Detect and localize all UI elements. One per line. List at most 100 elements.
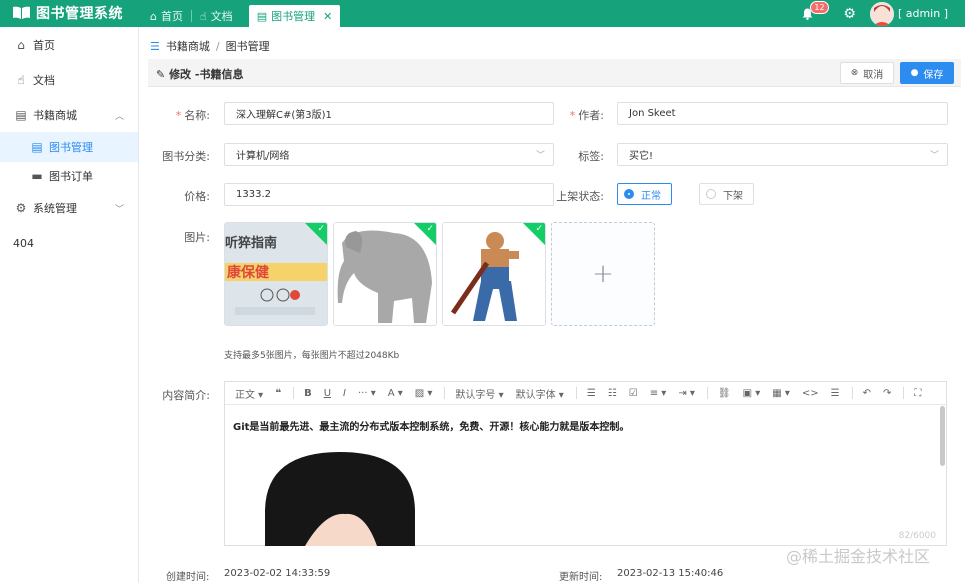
- sidebar: ⌂ 首页 ☝ 文档 ▤ 书籍商城 ︿ ▤ 图书管理 ▬ 图书订单 ⚙ 系统管理 …: [0, 27, 139, 583]
- font-color-icon[interactable]: A ▾: [388, 388, 403, 399]
- status-on-radio[interactable]: 正常: [617, 183, 672, 205]
- rich-text-editor[interactable]: 正文 ▾ ❝ B U I ··· ▾ A ▾ ▨ ▾ 默认字号 ▾ 默认字体 ▾…: [224, 381, 947, 546]
- status-on-label: 正常: [641, 190, 661, 202]
- hand-icon: ☝: [199, 9, 207, 23]
- indent-icon[interactable]: ⇥ ▾: [678, 388, 695, 399]
- created-value: 2023-02-02 14:33:59: [224, 568, 331, 579]
- image-icon[interactable]: ▣ ▾: [743, 388, 761, 399]
- status-off-radio[interactable]: 下架: [699, 183, 754, 205]
- tab-label: 图书管理: [271, 10, 316, 23]
- content-label: 内容简介:: [162, 389, 210, 402]
- category-select[interactable]: 计算机/网络 ﹀: [224, 143, 554, 166]
- image-thumb-3[interactable]: ✓: [442, 222, 546, 326]
- author-input[interactable]: Jon Skeet: [617, 102, 948, 125]
- tab-home[interactable]: ⌂ 首页: [142, 5, 191, 27]
- italic-icon[interactable]: I: [343, 388, 346, 399]
- add-image-button[interactable]: +: [551, 222, 655, 326]
- watermark: @稀土掘金技术社区: [786, 547, 931, 566]
- plus-icon: +: [592, 259, 614, 289]
- quote-icon[interactable]: ❝: [275, 388, 281, 399]
- sidebar-item-docs[interactable]: ☝ 文档: [0, 65, 138, 95]
- breadcrumb-item: 图书管理: [225, 40, 270, 53]
- top-bar: 图书管理系统 ⌂ 首页 ☝ 文档 ▤ 图书管理 ✕ 12 ⚙ [admin]: [0, 0, 965, 27]
- edit-icon: ✎: [156, 68, 166, 81]
- image-thumb-2[interactable]: ✓: [333, 222, 437, 326]
- close-circle-icon: ⊗: [850, 68, 859, 78]
- editor-toolbar: 正文 ▾ ❝ B U I ··· ▾ A ▾ ▨ ▾ 默认字号 ▾ 默认字体 ▾…: [225, 382, 946, 405]
- notification-badge: 12: [810, 0, 829, 14]
- sidebar-item-system[interactable]: ⚙ 系统管理 ﹀: [0, 193, 138, 223]
- toolbar-divider: [851, 387, 853, 399]
- menu-icon[interactable]: ☰: [150, 40, 160, 53]
- gear-icon[interactable]: ⚙: [843, 6, 856, 22]
- image-thumb-1[interactable]: 康保健 听猝指南 ✓: [224, 222, 328, 326]
- printer-icon: ▬: [31, 169, 43, 183]
- sidebar-item-home[interactable]: ⌂ 首页: [0, 30, 138, 60]
- card-title-text: 修改 -书籍信息: [169, 68, 244, 81]
- toolbar-divider: [575, 387, 577, 399]
- status-label: 上架状态:: [556, 190, 604, 203]
- sidebar-item-book-mall[interactable]: ▤ 书籍商城 ︿: [0, 100, 138, 130]
- cancel-label: 取消: [863, 69, 884, 81]
- table-icon[interactable]: ▦ ▾: [772, 388, 790, 399]
- link-icon[interactable]: ⛓: [718, 388, 731, 399]
- name-label: * 名称:: [175, 109, 210, 122]
- scrollbar[interactable]: [940, 406, 945, 466]
- tab-docs[interactable]: ☝ 文档: [192, 5, 241, 27]
- name-input[interactable]: 深入理解C#(第3版)1: [224, 102, 554, 125]
- app-logo[interactable]: 图书管理系统: [12, 3, 123, 23]
- numbered-list-icon[interactable]: ☷: [608, 388, 617, 399]
- font-family-select[interactable]: 默认字体 ▾: [516, 386, 564, 401]
- image-label: 图片:: [184, 231, 210, 244]
- sidebar-item-book-orders[interactable]: ▬ 图书订单: [0, 161, 138, 191]
- image-tip: 支持最多5张图片，每张图片不超过2048Kb: [224, 351, 400, 361]
- sidebar-item-book-management[interactable]: ▤ 图书管理: [0, 132, 138, 162]
- breadcrumb-item[interactable]: 书籍商城: [166, 38, 210, 54]
- content-cartoon-image: [265, 452, 415, 546]
- divider-icon[interactable]: ☰: [831, 388, 840, 399]
- code-icon[interactable]: <>: [802, 388, 819, 399]
- chevron-down-icon: ﹀: [929, 151, 939, 161]
- home-icon: ⌂: [17, 38, 25, 52]
- align-icon[interactable]: ≡ ▾: [650, 388, 667, 399]
- category-label: 图书分类:: [162, 150, 210, 163]
- price-input[interactable]: 1333.2: [224, 183, 554, 206]
- save-button[interactable]: ● 保存: [900, 62, 954, 84]
- tab-label: 首页: [160, 10, 183, 23]
- close-icon[interactable]: ✕: [323, 10, 332, 23]
- sidebar-item-404[interactable]: 404: [13, 237, 34, 250]
- tab-book-management[interactable]: ▤ 图书管理 ✕: [248, 5, 341, 27]
- toolbar-divider: [293, 387, 295, 399]
- cancel-button[interactable]: ⊗ 取消: [840, 62, 894, 84]
- tab-label: 文档: [210, 10, 233, 23]
- hand-icon: ☝: [17, 73, 25, 87]
- heading-select[interactable]: 正文 ▾: [235, 386, 263, 401]
- underline-icon[interactable]: U: [324, 388, 331, 399]
- more-icon[interactable]: ··· ▾: [358, 388, 376, 399]
- price-label: 价格:: [184, 190, 210, 203]
- tag-select[interactable]: 买它! ﹀: [617, 143, 948, 166]
- bullet-list-icon[interactable]: ☰: [587, 388, 596, 399]
- document-icon: ▤: [256, 9, 268, 23]
- updated-value: 2023-02-13 15:40:46: [617, 568, 724, 579]
- book-icon: [13, 6, 30, 20]
- avatar[interactable]: [869, 1, 894, 26]
- background-color-icon[interactable]: ▨ ▾: [415, 388, 433, 399]
- tag-label: 标签:: [578, 150, 604, 163]
- sidebar-item-label: 文档: [33, 74, 55, 87]
- undo-icon[interactable]: ↶: [863, 388, 871, 399]
- sidebar-item-label: 书籍商城: [33, 109, 77, 122]
- fullscreen-icon[interactable]: ⛶: [914, 388, 921, 399]
- todo-icon[interactable]: ☑: [629, 388, 638, 399]
- avatar-image: [869, 1, 894, 26]
- radio-dot: [706, 189, 716, 199]
- redo-icon[interactable]: ↷: [883, 388, 891, 399]
- notification-button[interactable]: 12: [802, 0, 829, 20]
- font-size-select[interactable]: 默认字号 ▾: [455, 386, 503, 401]
- check-icon: ✓: [317, 224, 325, 234]
- radio-dot: [624, 189, 634, 199]
- name-value: 深入理解C#(第3版)1: [236, 110, 332, 121]
- bold-icon[interactable]: B: [304, 388, 312, 399]
- sidebar-item-label: 系统管理: [33, 202, 77, 215]
- user-menu[interactable]: [ admin ]: [898, 7, 948, 20]
